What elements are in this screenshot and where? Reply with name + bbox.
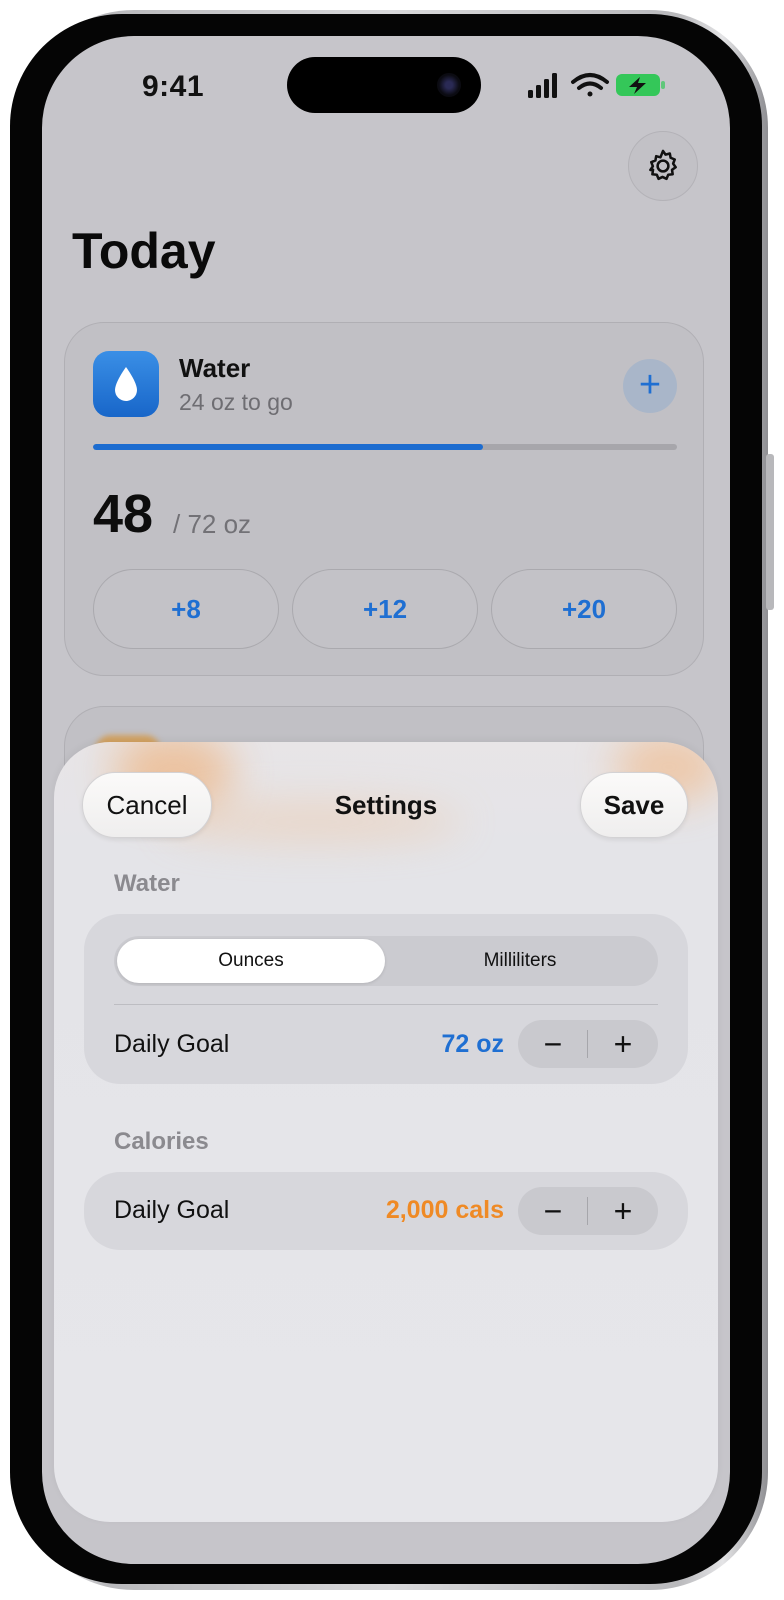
segment-ounces[interactable]: Ounces	[117, 939, 385, 983]
unit-segmented-control: Ounces Milliliters	[114, 936, 658, 986]
water-app-icon	[93, 351, 159, 417]
gear-icon	[649, 149, 677, 181]
add-water-button[interactable]: +	[623, 359, 677, 413]
page-title: Today	[72, 223, 216, 279]
calories-daily-goal-value: 2,000 cals	[385, 1196, 504, 1224]
water-card-title: Water	[179, 353, 251, 383]
quick-add-20-button[interactable]: +20	[491, 569, 677, 649]
status-icons	[528, 73, 665, 98]
quick-add-12-button[interactable]: +12	[292, 569, 478, 649]
water-goal-text: / 72 oz	[173, 509, 252, 539]
water-drop-icon	[115, 367, 137, 401]
water-progress-fill	[93, 444, 483, 450]
calories-goal-increment-button[interactable]: +	[588, 1187, 658, 1235]
water-card: Water 24 oz to go + 48 / 72 oz +8 +12 +2…	[64, 322, 704, 676]
status-time: 9:41	[142, 70, 205, 103]
water-goal-stepper: − +	[518, 1020, 658, 1068]
water-settings-group: Ounces Milliliters Daily Goal 72 oz − +	[84, 914, 688, 1084]
camera-lens	[437, 73, 461, 97]
settings-button[interactable]	[628, 131, 698, 201]
water-daily-goal-label: Daily Goal	[114, 1030, 230, 1058]
water-section-label: Water	[114, 870, 180, 897]
quick-add-8-button[interactable]: +8	[93, 569, 279, 649]
calories-settings-group: Daily Goal 2,000 cals − +	[84, 1172, 688, 1250]
power-button	[766, 454, 774, 610]
water-goal-decrement-button[interactable]: −	[518, 1020, 588, 1068]
calories-daily-goal-label: Daily Goal	[114, 1196, 230, 1224]
water-goal-increment-button[interactable]: +	[588, 1020, 658, 1068]
battery-charging-icon	[616, 74, 665, 96]
cellular-signal-icon	[528, 73, 557, 98]
water-progress-bar	[93, 444, 677, 450]
water-remaining: 24 oz to go	[179, 389, 293, 415]
water-daily-goal-value: 72 oz	[441, 1030, 504, 1058]
calories-section-label: Calories	[114, 1128, 209, 1155]
dynamic-island	[287, 57, 481, 113]
wifi-icon	[571, 73, 609, 97]
save-button[interactable]: Save	[580, 772, 688, 838]
segment-milliliters[interactable]: Milliliters	[385, 939, 655, 983]
calories-goal-stepper: − +	[518, 1187, 658, 1235]
screen: 9:41 Today Water 24 oz to go + 48 / 72 o…	[42, 36, 730, 1564]
row-divider	[114, 1004, 658, 1005]
settings-sheet: Cancel Settings Save Water Ounces Millil…	[54, 742, 718, 1522]
water-amount: 48	[93, 484, 154, 544]
calories-goal-decrement-button[interactable]: −	[518, 1187, 588, 1235]
